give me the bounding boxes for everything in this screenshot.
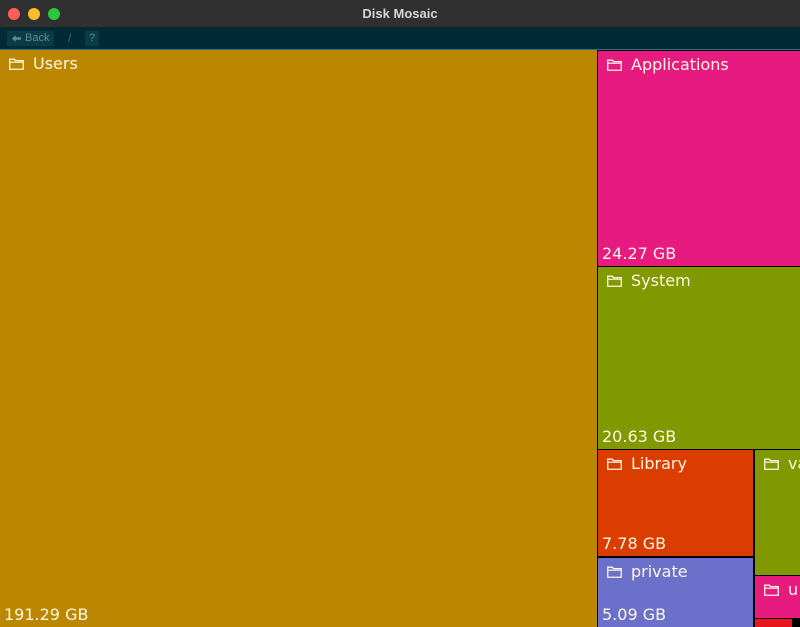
tile-small-folder[interactable] <box>755 619 792 627</box>
tile-usr[interactable]: u <box>755 576 800 618</box>
tile-size: 5.09 GB <box>602 605 667 624</box>
back-button-label: Back <box>25 32 50 44</box>
tile-private[interactable]: private 5.09 GB <box>598 558 753 627</box>
tile-applications[interactable]: Applications 24.27 GB <box>598 51 800 266</box>
tile-name: Applications <box>631 55 729 74</box>
tile-size: 20.63 GB <box>602 427 677 446</box>
tile-name: u <box>788 580 799 599</box>
app-window: Disk Mosaic Back / ? Users 191.29 GB App… <box>0 0 800 627</box>
tile-header: private <box>607 562 688 582</box>
help-button[interactable]: ? <box>85 31 99 46</box>
tile-header: Applications <box>607 55 729 75</box>
folder-icon <box>607 275 622 287</box>
tile-library[interactable]: Library 7.78 GB <box>598 450 753 556</box>
tile-header: System <box>607 271 691 291</box>
tile-size: 24.27 GB <box>602 244 677 263</box>
tile-name: va <box>788 454 800 473</box>
tile-name: Users <box>33 54 78 73</box>
tile-name: System <box>631 271 691 290</box>
tile-header: u <box>764 580 798 600</box>
tile-header: Library <box>607 454 687 474</box>
tile-size: 191.29 GB <box>4 605 89 624</box>
folder-icon <box>764 584 779 596</box>
tile-name: private <box>631 562 688 581</box>
tile-var[interactable]: va <box>755 450 800 575</box>
tile-header: Users <box>9 54 78 74</box>
tile-system[interactable]: System 20.63 GB <box>598 267 800 449</box>
tile-size: 7.78 GB <box>602 534 667 553</box>
folder-icon <box>607 458 622 470</box>
disk-mosaic: Users 191.29 GB Applications 24.27 GB Sy… <box>0 50 800 627</box>
folder-icon <box>764 458 779 470</box>
back-button[interactable]: Back <box>7 31 55 46</box>
window-title: Disk Mosaic <box>362 6 438 21</box>
tile-header: va <box>764 454 800 474</box>
breadcrumb-separator: / <box>68 31 72 45</box>
tile-users[interactable]: Users 191.29 GB <box>0 50 597 627</box>
tile-name: Library <box>631 454 687 473</box>
folder-icon <box>9 58 24 70</box>
title-bar: Disk Mosaic <box>0 0 800 28</box>
toolbar: Back / ? <box>0 28 800 50</box>
back-arrow-icon <box>12 35 21 42</box>
folder-icon <box>607 59 622 71</box>
folder-icon <box>607 566 622 578</box>
